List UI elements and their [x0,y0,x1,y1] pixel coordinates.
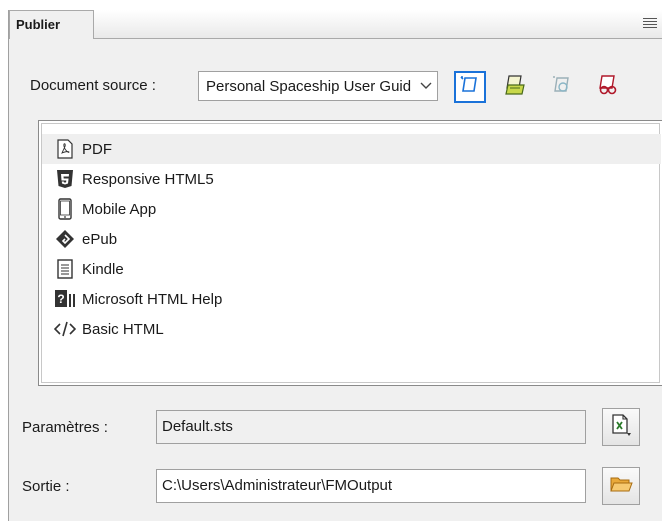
edit-output-button[interactable] [454,71,486,103]
source-document-value: Personal Spaceship User Guide [206,78,411,95]
output-path-field[interactable]: C:\Users\Administrateur\FMOutput [156,469,586,503]
list-item-epub[interactable]: ePub [42,224,661,254]
list-item-responsive-html5[interactable]: Responsive HTML5 [42,164,661,194]
output-label: Sortie : [22,478,70,495]
disabled-output-icon [551,74,573,100]
kindle-icon [54,258,76,280]
settings-browse-button[interactable] [602,408,640,446]
list-item-label: Responsive HTML5 [82,170,214,188]
list-item-microsoft-html-help[interactable]: ? Microsoft HTML Help [42,284,661,314]
chevron-down-icon [415,72,437,100]
publish-output-icon [504,73,528,101]
epub-icon [54,228,76,250]
list-item-label: PDF [82,140,112,158]
mobile-icon [54,198,76,220]
list-item-label: Kindle [82,260,124,278]
panel-tab-strip: Publier [9,10,662,39]
list-item-mobile-app[interactable]: Mobile App [42,194,661,224]
html-help-icon: ? [54,288,76,310]
tab-publier[interactable]: Publier [9,10,94,39]
source-label: Document source : [30,77,156,94]
output-format-list[interactable]: PDF Responsive HTML5 Mobile App ePub Kin… [38,120,662,386]
svg-text:?: ? [57,292,64,306]
edit-output-icon [459,74,481,100]
settings-label: Paramètres : [22,419,108,436]
remove-output-icon [596,73,620,101]
folder-icon [609,474,633,498]
list-item-label: Microsoft HTML Help [82,290,223,308]
html5-icon [54,168,76,190]
settings-file-icon [609,413,633,441]
disabled-output-button[interactable] [546,71,578,103]
code-icon [54,318,76,340]
remove-output-button[interactable] [592,71,624,103]
list-item-label: Basic HTML [82,320,164,338]
list-item-basic-html[interactable]: Basic HTML [42,314,661,344]
list-item-label: ePub [82,230,118,248]
pdf-icon [54,138,76,160]
list-item-kindle[interactable]: Kindle [42,254,661,284]
list-item-pdf[interactable]: PDF [42,134,661,164]
settings-field[interactable]: Default.sts [156,410,586,444]
publish-panel: Publier Document source : Personal Space… [8,10,662,521]
source-document-select[interactable]: Personal Spaceship User Guide [198,71,438,101]
output-browse-button[interactable] [602,467,640,505]
hamburger-menu-icon[interactable] [643,16,657,30]
list-item-label: Mobile App [82,200,157,218]
publish-output-button[interactable] [500,71,532,103]
